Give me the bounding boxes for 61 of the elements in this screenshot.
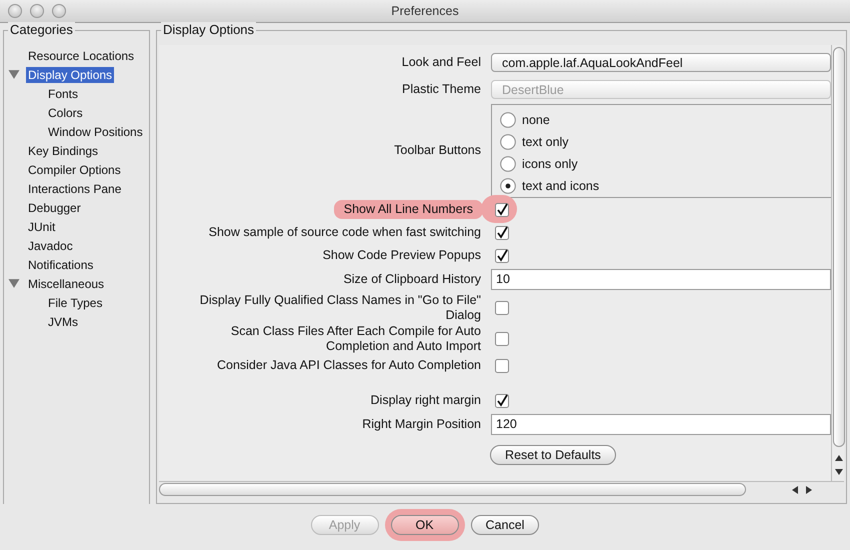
input-field[interactable]: 10 bbox=[491, 269, 831, 290]
input-field[interactable]: 120 bbox=[491, 414, 831, 435]
radio-label: none bbox=[522, 112, 550, 126]
horizontal-scrollbar[interactable] bbox=[159, 481, 844, 497]
tree-item[interactable]: Debugger bbox=[26, 200, 83, 216]
option-label: Look and Feel bbox=[400, 55, 482, 70]
checkbox[interactable] bbox=[495, 202, 509, 216]
disclosure-triangle-icon[interactable] bbox=[8, 278, 20, 289]
tree-item[interactable]: Notifications bbox=[26, 256, 96, 272]
checkbox[interactable] bbox=[495, 300, 509, 314]
window-control-icon[interactable] bbox=[30, 4, 44, 18]
radio-label: text only bbox=[522, 134, 569, 148]
checkbox[interactable] bbox=[495, 248, 509, 262]
tree-item[interactable]: JVMs bbox=[46, 314, 80, 330]
option-label: Display right margin bbox=[370, 393, 482, 408]
dialog-button[interactable]: Cancel bbox=[470, 515, 540, 535]
disclosure-triangle-icon[interactable] bbox=[8, 69, 20, 80]
group-title: Display Options bbox=[161, 22, 256, 37]
option-label: Toolbar Buttons bbox=[393, 143, 482, 158]
checkbox[interactable] bbox=[495, 394, 509, 408]
option-label: Size of Clipboard History bbox=[342, 272, 482, 287]
option-label: Right Margin Position bbox=[361, 417, 482, 432]
option-label: Show Code Preview Popups bbox=[322, 248, 482, 263]
window-control-icon[interactable] bbox=[8, 4, 22, 18]
tree-item[interactable]: Display Options bbox=[26, 66, 114, 82]
checkbox[interactable] bbox=[495, 358, 509, 372]
radio-button[interactable] bbox=[500, 156, 516, 172]
dropdown[interactable]: com.apple.laf.AquaLookAndFeel bbox=[491, 53, 831, 72]
scroll-up-icon[interactable] bbox=[834, 453, 844, 463]
scroll-down-icon[interactable] bbox=[834, 467, 844, 477]
tree-item[interactable]: JUnit bbox=[26, 218, 58, 234]
tree-item[interactable]: Miscellaneous bbox=[26, 276, 106, 292]
radio-button[interactable] bbox=[500, 178, 516, 194]
radio-button[interactable] bbox=[500, 134, 516, 150]
radio-label: text and icons bbox=[522, 178, 600, 192]
tree-item[interactable]: Resource Locations bbox=[26, 48, 136, 64]
scroll-right-icon[interactable] bbox=[804, 484, 814, 494]
checkbox[interactable] bbox=[495, 332, 509, 346]
tree-item[interactable]: Fonts bbox=[46, 86, 80, 102]
option-label: Scan Class Files After Each Compile for Auto Completion and Auto Import bbox=[230, 324, 482, 354]
tree-item[interactable]: Compiler Options bbox=[26, 162, 123, 178]
window-control-icon[interactable] bbox=[52, 4, 66, 18]
tree-item[interactable]: Window Positions bbox=[46, 124, 145, 140]
tree-item[interactable]: File Types bbox=[46, 294, 104, 310]
reset-button[interactable]: Reset to Defaults bbox=[490, 445, 616, 465]
option-label: Display Fully Qualified Class Names in "Go to File" Dialog bbox=[198, 292, 482, 322]
option-label: Plastic Theme bbox=[401, 82, 482, 97]
tree-item[interactable]: Javadoc bbox=[26, 238, 75, 254]
radio-label: icons only bbox=[522, 156, 578, 170]
option-label: Consider Java API Classes for Auto Completion bbox=[216, 358, 482, 373]
window-title: Preferences bbox=[391, 4, 459, 18]
vertical-scrollbar[interactable] bbox=[831, 45, 846, 481]
option-label: Show All Line Numbers bbox=[334, 200, 483, 219]
tree-item[interactable]: Key Bindings bbox=[26, 142, 100, 158]
group-title: Categories bbox=[8, 22, 75, 37]
tree-item[interactable]: Colors bbox=[46, 104, 85, 120]
tree-item[interactable]: Interactions Pane bbox=[26, 180, 124, 196]
checkbox[interactable] bbox=[495, 226, 509, 240]
scroll-left-icon[interactable] bbox=[790, 484, 800, 494]
option-label: Show sample of source code when fast switching bbox=[208, 225, 482, 240]
radio-button[interactable] bbox=[500, 112, 516, 128]
